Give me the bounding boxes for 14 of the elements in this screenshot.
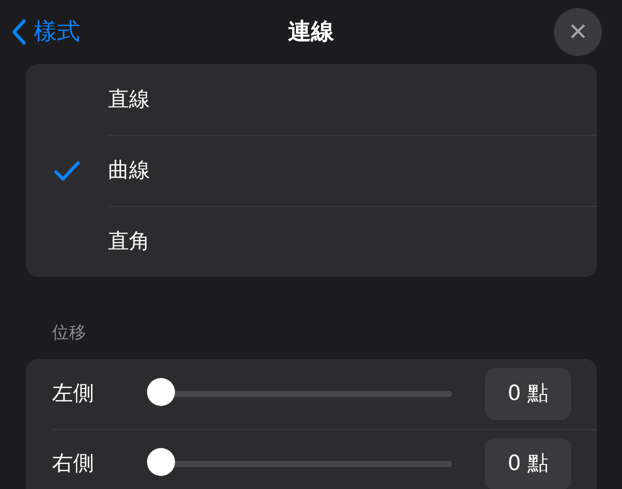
value-field[interactable]: 0 點 <box>485 438 571 489</box>
slider-label: 右側 <box>52 450 95 477</box>
slider-thumb[interactable] <box>147 378 176 406</box>
close-button[interactable]: ✕ <box>554 8 602 56</box>
slider-label: 左側 <box>52 380 95 407</box>
line-type-option[interactable]: 直角 <box>26 206 597 277</box>
section-heading: 位移 <box>52 322 87 345</box>
line-type-option[interactable]: 曲線 <box>26 135 597 206</box>
panel-title: 連線 <box>288 18 334 47</box>
chevron-left-icon <box>12 19 26 45</box>
line-type-option[interactable]: 直線 <box>26 64 597 135</box>
slider-thumb[interactable] <box>147 448 176 476</box>
value-field[interactable]: 0 點 <box>485 368 571 420</box>
back-button[interactable]: 樣式 <box>12 14 80 50</box>
